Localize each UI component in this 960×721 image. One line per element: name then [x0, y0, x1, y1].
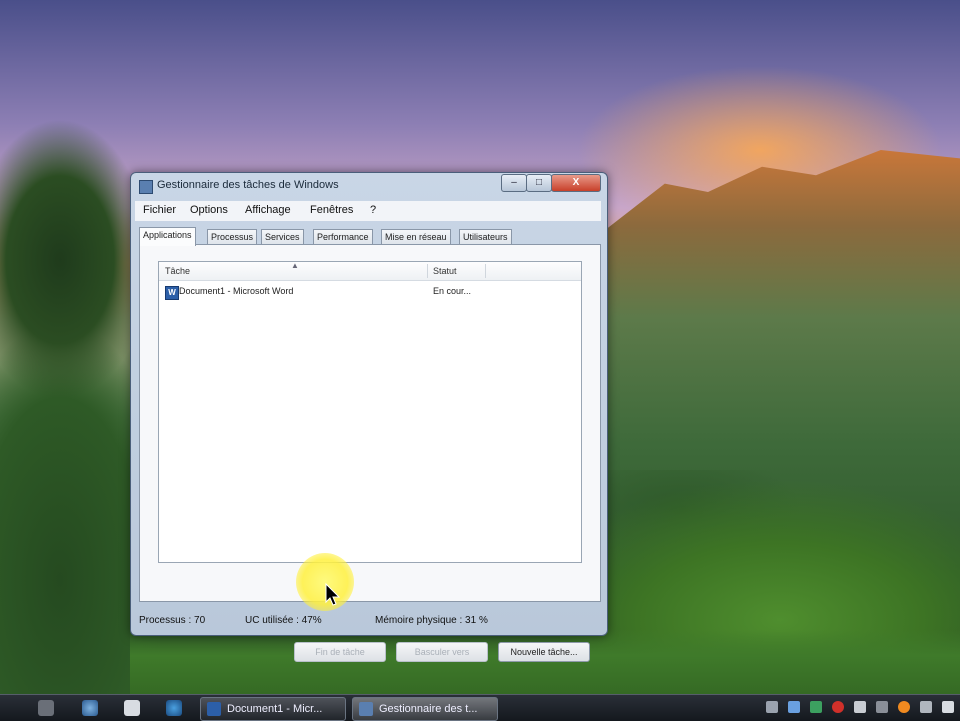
- mouse-pointer-icon: [325, 583, 341, 606]
- browser-icon[interactable]: [82, 700, 98, 716]
- flag-icon[interactable]: [942, 701, 954, 713]
- tray-icon[interactable]: [920, 701, 932, 713]
- sort-arrow-icon: ▲: [291, 261, 299, 270]
- minimize-button[interactable]: –: [501, 174, 527, 192]
- tab-applications[interactable]: Applications: [139, 227, 196, 246]
- tab-strip: Applications Processus Services Performa…: [139, 227, 599, 246]
- window-icon[interactable]: [124, 700, 140, 716]
- word-icon: W: [165, 286, 179, 300]
- show-desktop-icon[interactable]: [38, 700, 54, 716]
- switch-to-button[interactable]: Basculer vers: [396, 642, 488, 662]
- title-bar[interactable]: Gestionnaire des tâches de Windows – □ X: [131, 173, 607, 199]
- tab-processus[interactable]: Processus: [207, 229, 258, 245]
- taskbar: Document1 - Micr... Gestionnaire des t..…: [0, 694, 960, 721]
- tray-icon[interactable]: [876, 701, 888, 713]
- menu-options[interactable]: Options: [190, 204, 228, 216]
- new-task-button[interactable]: Nouvelle tâche...: [498, 642, 590, 662]
- tray-icon[interactable]: [832, 701, 844, 713]
- tray-icon[interactable]: [854, 701, 866, 713]
- taskbar-word-label: Document1 - Micr...: [227, 703, 323, 715]
- tab-performance[interactable]: Performance: [313, 229, 373, 245]
- tab-mise-en-reseau[interactable]: Mise en réseau: [381, 229, 451, 245]
- word-icon: [207, 702, 221, 716]
- taskbar-task-manager-label: Gestionnaire des t...: [379, 703, 478, 715]
- end-task-button[interactable]: Fin de tâche: [294, 642, 386, 662]
- task-manager-icon: [139, 180, 153, 194]
- column-separator[interactable]: [485, 264, 486, 278]
- menu-fenetres[interactable]: Fenêtres: [310, 204, 353, 216]
- task-list[interactable]: ▲ Tâche Statut W Document1 - Microsoft W…: [158, 261, 582, 563]
- list-header: ▲ Tâche Statut: [159, 261, 581, 281]
- menu-fichier[interactable]: Fichier: [143, 204, 176, 216]
- taskbar-task-manager[interactable]: Gestionnaire des t...: [352, 697, 498, 721]
- task-manager-icon: [359, 702, 373, 716]
- applications-panel: ▲ Tâche Statut W Document1 - Microsoft W…: [139, 244, 601, 662]
- taskbar-word[interactable]: Document1 - Micr...: [200, 697, 346, 721]
- task-name: Document1 - Microsoft Word: [179, 286, 294, 296]
- tray-icon[interactable]: [898, 701, 910, 713]
- menu-affichage[interactable]: Affichage: [245, 204, 291, 216]
- task-manager-window: Gestionnaire des tâches de Windows – □ X…: [130, 172, 608, 662]
- status-memory: Mémoire physique : 31 %: [375, 615, 488, 626]
- tray-icon[interactable]: [766, 701, 778, 713]
- maximize-button[interactable]: □: [526, 174, 552, 192]
- tray-icon[interactable]: [810, 701, 822, 713]
- tray-icon[interactable]: [788, 701, 800, 713]
- tab-services[interactable]: Services: [261, 229, 304, 245]
- task-status: En cour...: [433, 286, 472, 296]
- column-task[interactable]: Tâche: [165, 266, 190, 276]
- wallpaper-foliage: [130, 630, 960, 694]
- close-button[interactable]: X: [551, 174, 601, 192]
- media-icon[interactable]: [166, 700, 182, 716]
- column-separator[interactable]: [427, 264, 428, 278]
- window-title: Gestionnaire des tâches de Windows: [157, 179, 339, 191]
- status-cpu: UC utilisée : 47%: [245, 615, 322, 626]
- menu-bar: Fichier Options Affichage Fenêtres ?: [135, 201, 601, 221]
- status-bar: Processus : 70 UC utilisée : 47% Mémoire…: [135, 611, 601, 631]
- menu-help[interactable]: ?: [370, 204, 376, 216]
- task-row[interactable]: W Document1 - Microsoft Word En cour...: [161, 284, 579, 300]
- status-processes: Processus : 70: [139, 615, 206, 626]
- column-status[interactable]: Statut: [433, 266, 457, 276]
- tab-utilisateurs[interactable]: Utilisateurs: [459, 229, 512, 245]
